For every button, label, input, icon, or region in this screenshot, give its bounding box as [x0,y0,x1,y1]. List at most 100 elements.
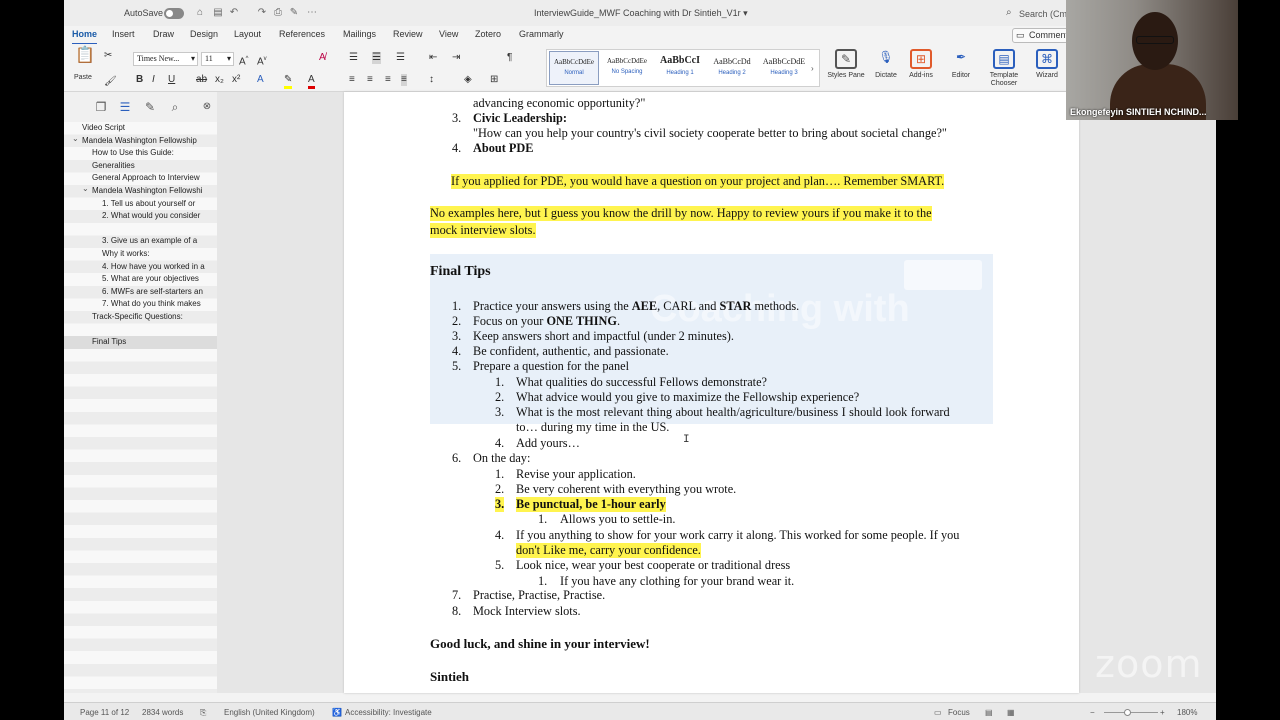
home-icon[interactable]: ⌂ [194,7,206,18]
save-icon[interactable]: ▤ [212,7,224,18]
tab-design[interactable]: Design [190,29,218,39]
nav-heading-item[interactable]: Final Tips [64,336,217,349]
font-name-dropdown[interactable]: Times New... ▾ [133,52,198,66]
gallery-more-icon[interactable]: › [811,64,814,73]
template-chooser-button[interactable]: ▤ Template Chooser [984,47,1024,91]
subscript-icon[interactable]: x₂ [215,74,224,86]
tab-home[interactable]: Home [72,29,98,45]
nav-heading-item[interactable] [64,324,217,337]
focus-icon[interactable]: ▭ [934,708,942,717]
bullets-icon[interactable]: ☰ [349,52,358,64]
nav-heading-item[interactable] [64,223,217,236]
review-icon[interactable]: ✎ [143,100,157,114]
show-marks-icon[interactable]: ¶ [507,52,512,64]
zoom-out-icon[interactable]: − [1090,708,1095,717]
nav-heading-item[interactable]: Why it works: [64,248,217,261]
dictate-button[interactable]: 🎙 Dictate [866,47,906,91]
document-canvas[interactable]: Coaching with advancing economic opportu… [217,92,1216,693]
highlight-icon[interactable]: ✎ [284,74,293,89]
nav-heading-item[interactable]: 4. How have you worked in a [64,261,217,274]
edit-icon[interactable]: ✎ [288,7,300,18]
tab-layout[interactable]: Layout [234,29,261,39]
headings-icon[interactable]: ☰ [118,100,132,114]
nav-heading-item[interactable]: 6. MWFs are self-starters an [64,286,217,299]
tab-insert[interactable]: Insert [112,29,135,39]
nav-heading-item[interactable]: 2. What would you consider [64,210,217,223]
font-color-icon[interactable]: A [308,74,315,89]
expand-chevron-icon[interactable]: ⌄ [72,135,79,146]
page-count[interactable]: Page 11 of 12 [80,708,129,717]
expand-chevron-icon[interactable]: ⌄ [82,185,89,196]
tab-grammarly[interactable]: Grammarly [519,29,564,39]
tab-view[interactable]: View [439,29,458,39]
increase-indent-icon[interactable]: ⇥ [452,52,460,64]
tab-references[interactable]: References [279,29,325,39]
accessibility-icon[interactable]: ♿ [332,708,342,717]
more-icon[interactable]: ⋯ [306,7,318,18]
strikethrough-icon[interactable]: ab [196,74,207,86]
tab-mailings[interactable]: Mailings [343,29,376,39]
nav-heading-item[interactable]: 5. What are your objectives [64,273,217,286]
align-left-icon[interactable]: ≡ [349,74,355,86]
document-page[interactable]: Coaching with advancing economic opportu… [344,92,1079,693]
italic-icon[interactable]: I [152,74,155,86]
print-layout-icon[interactable]: ▤ [985,708,993,717]
web-layout-icon[interactable]: ▦ [1007,708,1015,717]
font-size-dropdown[interactable]: 11 ▾ [201,52,234,66]
wizard-button[interactable]: ⌘ Wizard [1027,47,1067,91]
style-heading-3[interactable]: AaBbCcDdE Heading 3 [759,51,809,85]
tab-review[interactable]: Review [393,29,423,39]
focus-label[interactable]: Focus [948,708,970,717]
justify-icon[interactable]: ≡ [401,74,407,86]
underline-icon[interactable]: U [168,74,175,86]
decrease-indent-icon[interactable]: ⇤ [429,52,437,64]
align-center-icon[interactable]: ≡ [367,74,373,86]
nav-heading-item[interactable]: 1. Tell us about yourself or [64,198,217,211]
superscript-icon[interactable]: x² [232,74,240,86]
editor-button[interactable]: ✒ Editor [941,47,981,91]
zoom-slider-knob[interactable] [1124,709,1131,716]
nav-heading-item[interactable]: ⌄ Mandela Washington Fellowship [64,135,217,148]
tab-draw[interactable]: Draw [153,29,174,39]
multilevel-icon[interactable]: ☰ [396,52,405,64]
nav-heading-item[interactable]: 7. What do you think makes [64,298,217,311]
align-right-icon[interactable]: ≡ [385,74,391,86]
zoom-level[interactable]: 180% [1177,708,1197,717]
style-heading-2[interactable]: AaBbCcDd Heading 2 [707,51,757,85]
tab-zotero[interactable]: Zotero [475,29,501,39]
line-spacing-icon[interactable]: ↕ [429,74,434,86]
styles-pane-button[interactable]: ✎ Styles Pane [826,47,866,91]
paste-label[interactable]: Paste [74,74,92,81]
borders-icon[interactable]: ⊞ [490,74,498,86]
nav-heading-item[interactable]: Video Script [64,122,217,135]
text-effects-icon[interactable]: A [257,74,264,86]
undo-icon[interactable]: ↶ [228,7,240,18]
format-painter-icon[interactable]: 🖌 [104,76,117,88]
proofing-icon[interactable]: ⎘ [200,708,206,718]
style-normal[interactable]: AaBbCcDdEe Normal [549,51,599,85]
nav-heading-item[interactable]: ⌄ Mandela Washington Fellowshi [64,185,217,198]
zoom-in-icon[interactable]: + [1160,708,1165,717]
nav-heading-item[interactable]: General Approach to Interview [64,172,217,185]
redo-icon[interactable]: ↷ [256,7,268,18]
nav-heading-item[interactable]: Generalities [64,160,217,173]
clear-format-icon[interactable]: A̸ [319,52,326,64]
shrink-font-icon[interactable]: Av [257,53,267,68]
shading-icon[interactable]: ◈ [464,74,472,86]
bold-icon[interactable]: B [136,74,143,86]
language[interactable]: English (United Kingdom) [224,708,315,717]
document-title[interactable]: InterviewGuide_MWF Coaching with Dr Sint… [534,8,748,19]
zoom-slider[interactable] [1104,712,1158,713]
close-nav-icon[interactable]: ⊗ [200,100,214,114]
accessibility-status[interactable]: Accessibility: Investigate [345,708,432,717]
cut-icon[interactable]: ✂ [104,50,112,62]
style-heading-1[interactable]: AaBbCcI Heading 1 [655,51,705,85]
autosave-toggle[interactable] [164,8,184,19]
thumbnails-icon[interactable]: ❐ [94,100,108,114]
word-count[interactable]: 2834 words [142,708,183,717]
nav-heading-item[interactable]: 3. Give us an example of a [64,235,217,248]
addins-button[interactable]: ⊞ Add-ins [901,47,941,91]
nav-heading-item[interactable]: Track-Specific Questions: [64,311,217,324]
paste-icon[interactable]: 📋 [72,48,98,64]
grow-font-icon[interactable]: A^ [239,53,249,68]
